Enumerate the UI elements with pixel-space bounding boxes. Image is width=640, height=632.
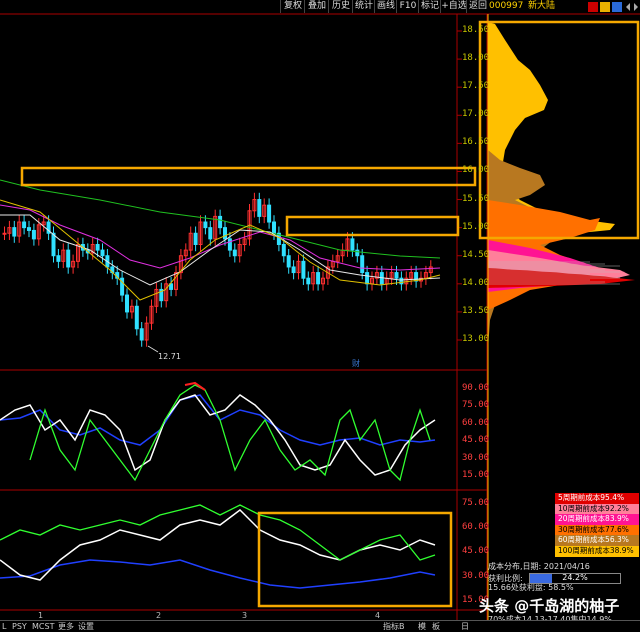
price-axis-label: 17.00 <box>462 109 490 120</box>
price-axis-label: 15.50 <box>462 193 490 204</box>
info-profit-label: 获利比例: <box>488 573 523 583</box>
candle-body <box>301 260 306 279</box>
candle-body <box>56 255 61 262</box>
legend-item-100: 100周期前成本38.9% <box>555 545 639 557</box>
indicator-axis-label: 30.00 <box>462 570 490 581</box>
stock-chart-canvas[interactable] <box>0 0 640 631</box>
candle-body <box>31 229 36 240</box>
candle-body <box>12 227 17 237</box>
price-axis-label: 14.50 <box>462 249 490 260</box>
legend-item-5: 5周期前成本95.4% <box>555 493 639 504</box>
tab-psy[interactable]: PSY <box>12 621 27 632</box>
info-profit-row: 获利比例: 24.2% <box>488 572 638 584</box>
candle-body <box>360 255 365 274</box>
candle-body <box>66 249 71 268</box>
indicator-panel-2 <box>0 504 436 589</box>
candle-body <box>27 227 31 231</box>
candle-body <box>125 294 129 313</box>
candle-body <box>22 221 27 229</box>
indicator2-blue-line <box>0 559 436 589</box>
tab-indicator-b[interactable]: 指标B <box>383 621 405 632</box>
legend-item-20: 20周期前成本83.9% <box>555 514 639 525</box>
tab-mcst[interactable]: MCST <box>32 621 54 632</box>
candle-body <box>267 204 272 223</box>
indicator-axis-label: 60.00 <box>462 417 490 428</box>
candle-body <box>95 243 100 251</box>
candle-body <box>139 328 144 341</box>
low-price-pointer <box>147 345 159 353</box>
candle-body <box>355 249 360 257</box>
resistance-box-upper <box>20 166 477 187</box>
x-tick-1: 1 <box>38 611 44 620</box>
candle-body <box>399 277 404 285</box>
tab-l[interactable]: L <box>2 621 6 632</box>
bottom-tab-bar: L PSY MCST 更多 设置 指标B 模 板 日 <box>0 620 640 632</box>
watermark: 头条 @千岛湖的柚子 <box>479 597 620 615</box>
candle-body <box>286 255 291 268</box>
candle-body <box>272 221 276 234</box>
price-axis-label: 16.00 <box>462 165 490 176</box>
indicator1-white-line <box>0 394 436 476</box>
legend-item-60: 60周期前成本56.3% <box>555 535 639 546</box>
x-tick-4: 4 <box>375 611 381 620</box>
indicator-axis-label: 30.00 <box>462 452 490 463</box>
candle-body <box>257 199 262 217</box>
tab-day[interactable]: 日 <box>461 621 469 632</box>
info-profit-bar: 24.2% <box>529 572 622 584</box>
price-axis-label: 13.00 <box>462 334 490 344</box>
candle-body <box>306 277 311 285</box>
price-axis-label: 16.50 <box>462 137 490 148</box>
indicator-axis-label: 45.00 <box>462 435 490 446</box>
indicator-axis-label: 75.00 <box>462 498 490 508</box>
indicator-axis-label: 15.00 <box>462 470 490 480</box>
candle-body <box>100 249 105 257</box>
indicator-axis-label: 60.00 <box>462 522 490 533</box>
tab-template-1[interactable]: 模 <box>418 621 426 632</box>
indicator-axis-label: 75.00 <box>462 400 490 411</box>
x-tick-3: 3 <box>242 611 248 620</box>
legend-item-30: 30周期前成本77.6% <box>555 524 639 536</box>
finance-marker-icon[interactable]: 财 <box>352 358 360 369</box>
candle-body <box>350 238 355 251</box>
indicator-panel-1 <box>0 381 436 482</box>
candle-body <box>394 272 399 279</box>
info-profit-value: 24.2% <box>562 572 588 582</box>
tab-settings[interactable]: 设置 <box>78 621 94 632</box>
candle-body <box>218 215 223 229</box>
candle-body <box>203 221 208 229</box>
price-axis-label: 18.50 <box>462 25 490 35</box>
chip-legend: 5周期前成本95.4% 10周期前成本92.2% 20周期前成本83.9% 30… <box>555 493 639 557</box>
legend-item-10: 10周期前成本92.2% <box>555 503 639 515</box>
price-axis-label: 15.00 <box>462 221 490 232</box>
candle-body <box>316 272 321 285</box>
x-tick-2: 2 <box>156 611 162 620</box>
indicator-axis-label: 90.00 <box>462 383 490 393</box>
low-price-label: 12.71 <box>158 352 181 361</box>
candle-body <box>51 232 56 257</box>
price-axis-label: 17.50 <box>462 81 490 92</box>
highlight-boxes <box>20 20 640 608</box>
indicator-axis-label: 45.00 <box>462 546 490 557</box>
candle-body <box>208 227 213 240</box>
candle-body <box>232 249 237 257</box>
price-axis-label: 18.00 <box>462 53 490 64</box>
candle-body <box>223 227 227 240</box>
info-profit-fill <box>530 573 553 583</box>
indicator1-green-line <box>29 384 431 482</box>
price-axis-label: 14.00 <box>462 277 490 288</box>
candle-body <box>193 232 198 245</box>
info-profit-at: 15.66处获利盘: 58.5% <box>488 583 574 592</box>
tab-template-2[interactable]: 板 <box>432 621 440 632</box>
price-axis-label: 13.50 <box>462 305 490 316</box>
candle-body <box>291 266 296 274</box>
candle-body <box>281 243 286 257</box>
candle-body <box>2 232 7 235</box>
info-date: 成本分布,日期: 2021/04/16 <box>488 562 590 571</box>
candle-body <box>365 272 370 285</box>
candle-body <box>227 238 232 251</box>
candle-body <box>134 305 139 330</box>
resistance-box-lower <box>285 215 460 237</box>
tab-more[interactable]: 更多 <box>58 621 74 632</box>
indicator1-blue-line <box>0 394 436 446</box>
